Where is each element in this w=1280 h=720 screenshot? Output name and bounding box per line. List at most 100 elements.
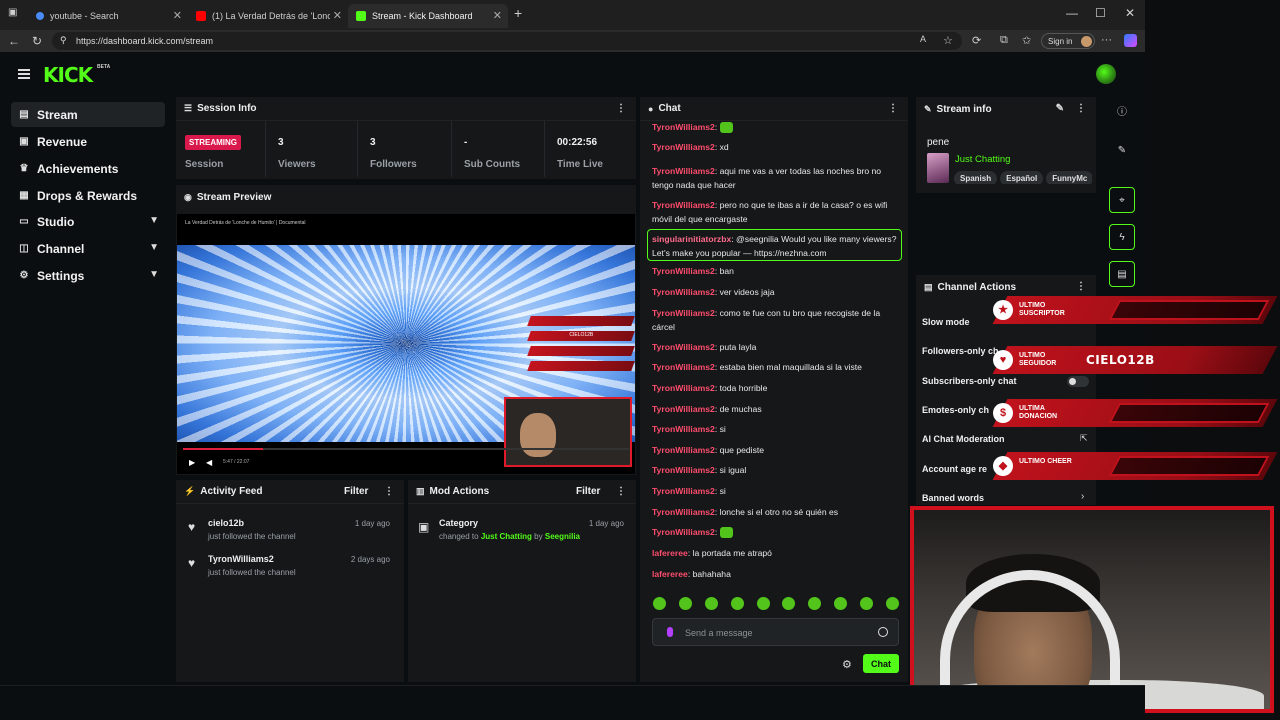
chat-username[interactable]: TyronWilliams2: [652, 404, 715, 414]
close-icon[interactable]: ✕: [493, 9, 502, 22]
chat-settings-icon[interactable]: ⚙: [842, 658, 852, 671]
chat-message[interactable]: singularinitiatorzbx: @seegnilia Would y…: [652, 232, 902, 260]
tab-kick-dashboard[interactable]: Stream - Kick Dashboard ✕: [348, 4, 508, 28]
chat-username[interactable]: laferereе: [652, 548, 688, 558]
volume-icon[interactable]: ◀: [206, 458, 212, 467]
chat-message[interactable]: TyronWilliams2:: [652, 120, 902, 134]
filter-button[interactable]: Filter: [344, 486, 368, 497]
kebab-menu-icon[interactable]: ⋮: [888, 103, 898, 114]
site-info-icon[interactable]: ⚲: [60, 35, 67, 46]
quick-emote-icon[interactable]: [860, 597, 873, 610]
quick-emote-icon[interactable]: [808, 597, 822, 610]
tag-chip[interactable]: Español: [1000, 171, 1044, 184]
quick-emote-icon[interactable]: [782, 597, 796, 610]
back-icon[interactable]: ←: [8, 34, 20, 48]
chat-message[interactable]: TyronWilliams2: pero no que te ibas a ir…: [652, 198, 902, 226]
edit-pencil-icon[interactable]: ✎: [1056, 103, 1064, 114]
chat-message[interactable]: TyronWilliams2: xd: [652, 140, 902, 154]
chat-message[interactable]: TyronWilliams2: que pediste: [652, 443, 902, 457]
close-icon[interactable]: ✕: [173, 9, 182, 22]
url-field[interactable]: ⚲ https://dashboard.kick.com/stream: [52, 32, 962, 50]
tab-youtube-video[interactable]: (1) La Verdad Detrás de 'Lonche d ✕: [188, 4, 348, 28]
kebab-menu-icon[interactable]: ⋮: [616, 486, 626, 497]
chat-message[interactable]: TyronWilliams2: como te fue con tu bro q…: [652, 306, 902, 334]
subscribers-only-toggle[interactable]: [1067, 376, 1089, 387]
activity-user[interactable]: TyronWilliams2: [208, 554, 274, 564]
kebab-menu-icon[interactable]: ⋮: [1076, 103, 1086, 114]
chat-username[interactable]: TyronWilliams2: [652, 527, 715, 537]
chat-message[interactable]: TyronWilliams2: toda horrible: [652, 381, 902, 395]
quick-emote-icon[interactable]: [885, 597, 899, 610]
external-link-icon[interactable]: ⇱: [1080, 433, 1088, 444]
quick-emote-icon[interactable]: [834, 597, 848, 610]
chat-message[interactable]: TyronWilliams2: si: [652, 484, 902, 498]
activity-user[interactable]: cielo12b: [208, 518, 244, 528]
kick-logo[interactable]: KICK: [43, 63, 93, 87]
minimize-icon[interactable]: —: [1066, 6, 1078, 20]
mod-user-link[interactable]: Seegnilia: [545, 532, 580, 541]
refresh-extension-icon[interactable]: ⟳: [972, 34, 981, 47]
favorites-icon[interactable]: ✩: [1022, 34, 1031, 47]
quick-emote-icon[interactable]: [653, 597, 666, 610]
chat-message[interactable]: laferereе: bahahaha: [652, 567, 902, 581]
window-close-icon[interactable]: ✕: [1125, 6, 1135, 20]
chat-message[interactable]: TyronWilliams2: de muchas: [652, 402, 902, 416]
chat-username[interactable]: TyronWilliams2: [652, 362, 715, 372]
quick-emote-icon[interactable]: [730, 597, 744, 610]
more-menu-icon[interactable]: ···: [1101, 34, 1112, 46]
sidebar-item-drops[interactable]: ▦ Drops & Rewards: [11, 183, 165, 208]
close-icon[interactable]: ✕: [333, 9, 342, 22]
filter-button[interactable]: Filter: [576, 486, 600, 497]
chat-username[interactable]: TyronWilliams2: [652, 308, 715, 318]
quick-emote-icon[interactable]: [756, 597, 770, 610]
chat-username[interactable]: TyronWilliams2: [652, 383, 715, 393]
category-link[interactable]: Just Chatting: [481, 532, 532, 541]
chat-username[interactable]: TyronWilliams2: [652, 266, 715, 276]
chat-message[interactable]: laferereе: la portada me atrapó: [652, 546, 902, 560]
chat-message[interactable]: TyronWilliams2: si: [652, 422, 902, 436]
stream-preview-video[interactable]: La Verdad Detrás de 'Lonche de Humito' |…: [177, 214, 635, 474]
copilot-icon[interactable]: [1124, 34, 1137, 47]
read-aloud-icon[interactable]: A: [920, 34, 926, 44]
tab-youtube-search[interactable]: youtube - Search ✕: [28, 4, 188, 28]
notes-icon[interactable]: ▤: [1109, 261, 1135, 287]
sidebar-item-settings[interactable]: ⚙ Settings ▼: [11, 263, 165, 288]
favorite-star-icon[interactable]: ☆: [943, 34, 953, 47]
extensions-icon[interactable]: ⧉: [1000, 34, 1008, 47]
kebab-menu-icon[interactable]: ⋮: [616, 103, 626, 114]
emoji-picker-icon[interactable]: [878, 627, 888, 637]
chat-username[interactable]: TyronWilliams2: [652, 507, 715, 517]
chat-username[interactable]: TyronWilliams2: [652, 200, 715, 210]
play-icon[interactable]: ▶: [189, 458, 195, 467]
sign-in-button[interactable]: Sign in: [1041, 33, 1095, 49]
chat-username[interactable]: laferereе: [652, 569, 688, 579]
banned-words-label[interactable]: Banned words: [922, 493, 984, 503]
kebab-menu-icon[interactable]: ⋮: [384, 486, 394, 497]
chat-username[interactable]: TyronWilliams2: [652, 424, 715, 434]
chat-message[interactable]: TyronWilliams2: puta layla: [652, 340, 902, 354]
chat-message[interactable]: TyronWilliams2:: [652, 525, 902, 539]
chat-send-button[interactable]: Chat: [863, 654, 899, 673]
kebab-menu-icon[interactable]: ⋮: [1076, 281, 1086, 292]
chat-message-list[interactable]: TyronWilliams2: TyronWilliams2: xd TyronW…: [643, 120, 905, 590]
chat-message[interactable]: TyronWilliams2: estaba bien mal maquilla…: [652, 360, 902, 374]
chat-username[interactable]: TyronWilliams2: [652, 465, 715, 475]
stream-category[interactable]: Just Chatting: [955, 154, 1010, 165]
chat-message[interactable]: TyronWilliams2: ban: [652, 264, 902, 278]
chat-username[interactable]: TyronWilliams2: [652, 142, 715, 152]
sidebar-item-stream[interactable]: ▤ Stream: [11, 102, 165, 127]
edit-icon[interactable]: ✎: [1109, 138, 1135, 164]
quick-emote-icon[interactable]: [704, 597, 718, 610]
chat-username[interactable]: TyronWilliams2: [652, 486, 715, 496]
tag-chip[interactable]: Spanish: [954, 171, 998, 184]
video-progress[interactable]: [183, 448, 629, 450]
chat-username[interactable]: TyronWilliams2: [652, 342, 715, 352]
chat-username[interactable]: TyronWilliams2: [652, 166, 715, 176]
chat-username[interactable]: TyronWilliams2: [652, 445, 715, 455]
sidebar-item-channel[interactable]: ◫ Channel ▼: [11, 236, 165, 261]
chat-message[interactable]: TyronWilliams2: lonche si el otro no sé …: [652, 505, 902, 519]
sidebar-item-achievements[interactable]: ♛ Achievements: [11, 156, 165, 181]
tag-chip[interactable]: FunnyMc: [1046, 171, 1092, 184]
chat-message-input[interactable]: [685, 625, 875, 641]
tab-actions-icon[interactable]: ▣: [8, 7, 17, 18]
